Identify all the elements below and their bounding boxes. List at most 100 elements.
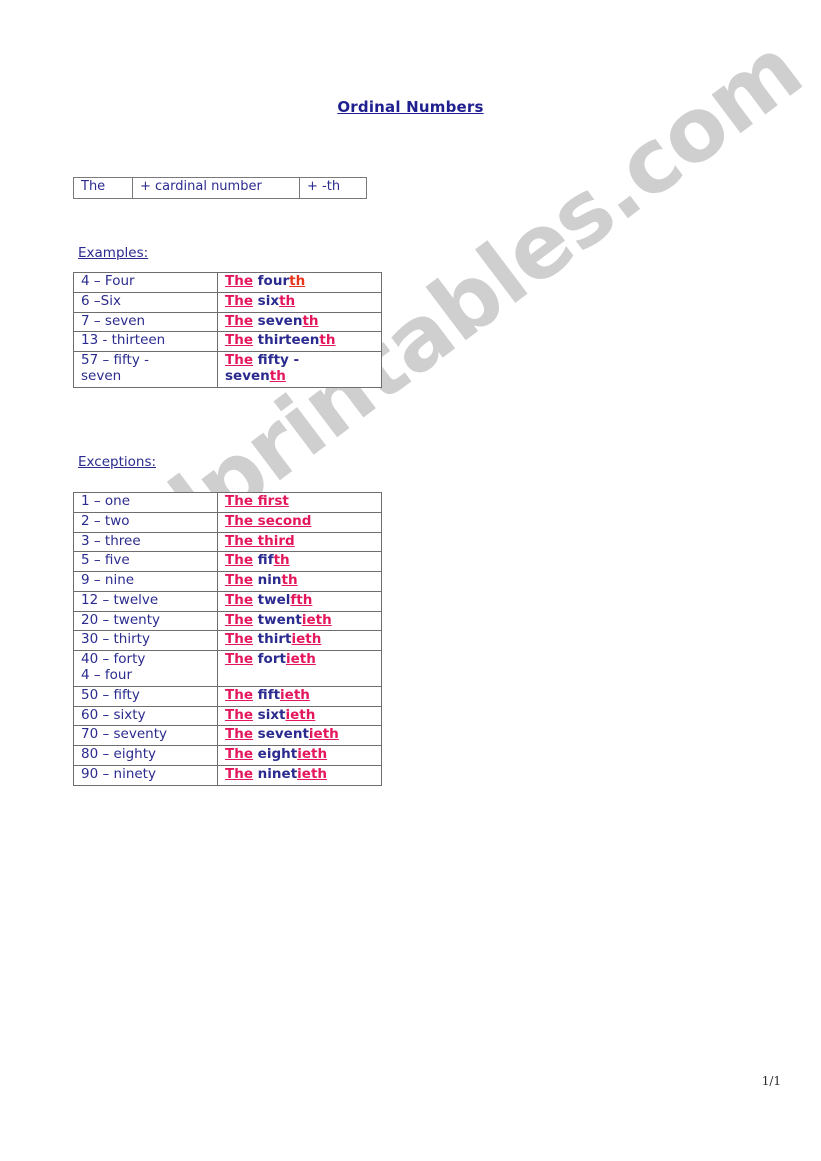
- cardinal-text: 1 – one: [81, 493, 131, 509]
- table-row: 20 – twenty The twentieth: [73, 610, 382, 632]
- ordinal-cell: The thirtieth: [217, 630, 382, 652]
- cardinal-text: 5 – five: [81, 552, 130, 569]
- ordinal-full-text: The second: [225, 512, 312, 529]
- cardinal-text: 2 – two: [81, 512, 130, 529]
- ordinal-article: The: [225, 591, 253, 608]
- table-row: 50 – fifty The fiftieth: [73, 685, 382, 707]
- ordinal-article: The: [225, 572, 253, 589]
- table-row: 90 – ninety The ninetieth: [73, 764, 382, 786]
- ordinal-stem: nin: [252, 572, 282, 589]
- ordinal-stem: ninet: [252, 765, 298, 782]
- worksheet-page: eslprintables.com Ordinal Numbers The + …: [0, 0, 821, 1161]
- ordinal-article: The: [225, 292, 253, 309]
- cardinal-text-line2: 4 – four: [81, 667, 133, 684]
- ordinal-cell: The twelfth: [217, 590, 382, 612]
- cardinal-cell: 40 – forty 4 – four: [73, 650, 218, 687]
- formula-cell-suffix: + -th: [299, 177, 367, 199]
- table-row: 40 – forty 4 – four The fortieth: [73, 650, 382, 687]
- ordinal-cell: The ninetieth: [217, 764, 382, 786]
- ordinal-article: The: [225, 651, 253, 668]
- ordinal-suffix: th: [281, 572, 298, 589]
- cardinal-text: 57 – fifty -: [81, 352, 149, 369]
- table-row: 9 – nine The ninth: [73, 571, 382, 592]
- ordinal-stem: six: [252, 292, 280, 309]
- ordinal-stem: fift: [252, 686, 281, 703]
- cardinal-cell: 3 – three: [73, 531, 218, 553]
- ordinal-suffix: ieth: [285, 706, 316, 723]
- exceptions-heading: Exceptions:: [78, 454, 157, 470]
- ordinal-cell: The fifth: [217, 551, 382, 573]
- table-row: 2 – two The second: [73, 511, 382, 533]
- table-row: 80 – eighty The eightieth: [73, 745, 382, 766]
- ordinal-article: The: [225, 611, 253, 628]
- ordinal-stem: seven: [252, 312, 303, 329]
- ordinal-stem: four: [252, 273, 290, 289]
- ordinal-cell: The fiftieth: [217, 685, 382, 707]
- ordinal-stem: thirteen: [252, 332, 320, 349]
- cardinal-text: 7 – seven: [81, 312, 146, 329]
- cardinal-cell: 13 - thirteen: [73, 331, 218, 353]
- table-row: 3 – three The third: [73, 531, 382, 553]
- ordinal-cell: The seventieth: [217, 725, 382, 747]
- cardinal-text: 20 – twenty: [81, 611, 160, 628]
- cardinal-cell: 30 – thirty: [73, 630, 218, 652]
- ordinal-article: The: [225, 312, 253, 329]
- cardinal-cell: 5 – five: [73, 551, 218, 573]
- ordinal-article: The: [225, 352, 253, 369]
- table-row: 30 – thirty The thirtieth: [73, 630, 382, 652]
- ordinal-stem: sevent: [252, 726, 309, 743]
- cardinal-cell: 60 – sixty: [73, 705, 218, 727]
- ordinal-stem: thirt: [252, 631, 292, 648]
- ordinal-article: The: [225, 686, 253, 703]
- table-row: 6 –Six The sixth: [73, 291, 382, 313]
- cardinal-cell: 70 – seventy: [73, 725, 218, 747]
- ordinal-cell: The third: [217, 531, 382, 553]
- table-row: 4 – Four The fourth: [73, 272, 382, 293]
- ordinal-suffix: th: [302, 312, 319, 329]
- ordinal-suffix-line2: th: [269, 367, 286, 384]
- ordinal-article: The: [225, 746, 253, 763]
- table-row: 60 – sixty The sixtieth: [73, 705, 382, 727]
- ordinal-cell: The twentieth: [217, 610, 382, 632]
- ordinal-suffix: ieth: [291, 631, 322, 648]
- formula-cell-cardinal: + cardinal number: [132, 177, 300, 199]
- table-row: 5 – five The fifth: [73, 551, 382, 573]
- ordinal-suffix: th: [289, 273, 306, 289]
- cardinal-cell: 2 – two: [73, 511, 218, 533]
- ordinal-stem: fort: [252, 651, 286, 668]
- ordinal-cell: The ninth: [217, 571, 382, 592]
- ordinal-stem: twent: [252, 611, 302, 628]
- formula-cell-article: The: [73, 177, 133, 199]
- ordinal-stem-line2: seven: [225, 367, 270, 384]
- examples-table: 4 – Four The fourth 6 –Six The sixth 7 – sev…: [73, 272, 382, 388]
- cardinal-cell: 12 – twelve: [73, 590, 218, 612]
- cardinal-cell: 80 – eighty: [73, 745, 218, 766]
- cardinal-text: 3 – three: [81, 532, 141, 549]
- ordinal-cell: The eightieth: [217, 745, 382, 766]
- ordinal-suffix: th: [279, 292, 296, 309]
- formula-table: The + cardinal number + -th: [73, 177, 367, 199]
- cardinal-text: 6 –Six: [81, 292, 121, 309]
- table-row: 70 – seventy The seventieth: [73, 725, 382, 747]
- ordinal-stem: twel: [252, 591, 291, 608]
- cardinal-text: 4 – Four: [81, 273, 135, 289]
- ordinal-cell: The seventh: [217, 311, 382, 333]
- ordinal-cell: The fourth: [217, 272, 382, 293]
- cardinal-text: 40 – forty: [81, 651, 146, 668]
- formula-row: The + cardinal number + -th: [73, 177, 367, 199]
- cardinal-text: 30 – thirty: [81, 631, 150, 648]
- cardinal-text-line2: seven: [81, 367, 122, 384]
- ordinal-cell: The sixth: [217, 291, 382, 313]
- ordinal-suffix: ieth: [285, 651, 316, 668]
- page-number: 1/1: [761, 1074, 781, 1088]
- ordinal-cell: The first: [217, 492, 382, 513]
- cardinal-text: 13 - thirteen: [81, 332, 166, 349]
- ordinal-article: The: [225, 631, 253, 648]
- ordinal-suffix: ieth: [301, 611, 332, 628]
- ordinal-article: The: [225, 273, 253, 289]
- ordinal-cell: The second: [217, 511, 382, 533]
- ordinal-article: The: [225, 552, 253, 569]
- ordinal-suffix: ieth: [297, 746, 328, 763]
- table-row: 7 – seven The seventh: [73, 311, 382, 333]
- exceptions-table: 1 – one The first 2 – two The second 3 – thr…: [73, 492, 382, 786]
